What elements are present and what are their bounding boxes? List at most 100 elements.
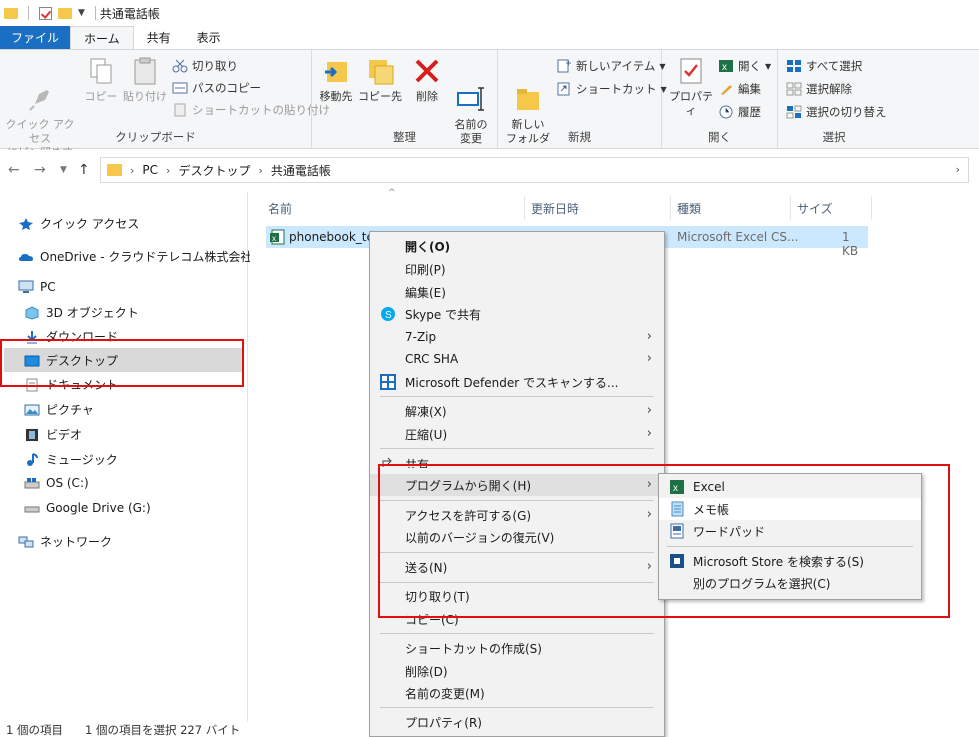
column-divider[interactable] bbox=[524, 196, 525, 220]
paste-icon bbox=[130, 56, 160, 86]
select-none-button[interactable]: 選択解除 bbox=[786, 81, 852, 97]
menu-item-7zip[interactable]: 7-Zip › bbox=[370, 326, 664, 348]
delete-button[interactable]: 削除 bbox=[408, 56, 446, 104]
properties-check-icon[interactable] bbox=[39, 6, 52, 20]
select-none-icon bbox=[786, 82, 802, 96]
paste-shortcut-button[interactable]: ショートカットの貼り付け bbox=[172, 102, 330, 118]
tab-share[interactable]: 共有 bbox=[134, 26, 184, 49]
properties-check-icon bbox=[676, 56, 706, 86]
clipboard-group-label: クリップボード bbox=[115, 130, 196, 144]
edit-button[interactable]: 編集 bbox=[718, 81, 761, 97]
tab-file[interactable]: ファイル bbox=[0, 26, 71, 49]
invert-selection-button[interactable]: 選択の切り替え bbox=[786, 104, 887, 120]
new-item-button[interactable]: 新しいアイテム ▼ bbox=[556, 58, 666, 74]
excel-csv-file-icon: x bbox=[270, 229, 286, 245]
chevron-right-icon: › bbox=[646, 329, 652, 344]
menu-item-open[interactable]: 開く(O) bbox=[370, 235, 664, 257]
menu-item-defender[interactable]: Microsoft Defender でスキャンする... bbox=[370, 371, 664, 393]
nav-item-onedrive[interactable]: OneDrive - クラウドテレコム株式会社 bbox=[18, 248, 252, 265]
open-button[interactable]: x 開く ▼ bbox=[718, 58, 771, 74]
back-arrow-icon[interactable]: ← bbox=[8, 162, 20, 178]
tab-home[interactable]: ホーム bbox=[70, 26, 134, 49]
edit-pencil-icon bbox=[718, 82, 734, 96]
column-header-type[interactable]: 種類 bbox=[677, 200, 701, 217]
nav-item-os-drive[interactable]: OS (C:) bbox=[24, 476, 89, 490]
picture-icon bbox=[24, 403, 40, 417]
breadcrumb-pc[interactable]: PC bbox=[142, 163, 158, 177]
history-button[interactable]: 履歴 bbox=[718, 104, 761, 120]
chevron-right-icon[interactable]: › bbox=[130, 164, 134, 177]
menu-item-extract[interactable]: 解凍(X) › bbox=[370, 400, 664, 422]
menu-item-rename[interactable]: 名前の変更(M) bbox=[370, 682, 664, 704]
nav-item-google-drive[interactable]: Google Drive (G:) bbox=[24, 501, 151, 515]
column-header-name[interactable]: 名前 bbox=[268, 200, 292, 217]
clipboard-group: クイック アクセス にピン留めする コピー 貼り付け 切り取り パスのコピー シ… bbox=[0, 50, 330, 173]
copy-button[interactable]: コピー bbox=[84, 56, 118, 104]
tab-view[interactable]: 表示 bbox=[184, 26, 234, 49]
cube-icon bbox=[24, 305, 40, 320]
cut-button[interactable]: 切り取り bbox=[172, 58, 238, 74]
chevron-down-icon: ▼ bbox=[765, 61, 772, 71]
easy-access-button[interactable]: ショートカット ▼ bbox=[556, 81, 667, 97]
chevron-right-icon: › bbox=[646, 351, 652, 366]
breadcrumb-desktop[interactable]: デスクトップ bbox=[178, 162, 250, 179]
menu-item-create-shortcut[interactable]: ショートカットの作成(S) bbox=[370, 637, 664, 659]
nav-item-pc[interactable]: PC bbox=[18, 280, 56, 294]
column-divider[interactable] bbox=[790, 196, 791, 220]
column-header-size[interactable]: サイズ bbox=[797, 200, 833, 217]
copy-path-button[interactable]: パスのコピー bbox=[172, 80, 261, 96]
nav-item-quick-access[interactable]: クイック アクセス bbox=[18, 215, 139, 232]
chevron-right-icon: › bbox=[646, 403, 652, 418]
new-group-label: 新規 bbox=[568, 130, 591, 144]
column-header-modified[interactable]: 更新日時 bbox=[531, 200, 579, 217]
properties-button[interactable]: プロパティ bbox=[666, 56, 716, 118]
breadcrumb-current[interactable]: 共通電話帳 bbox=[271, 162, 331, 179]
chevron-right-icon[interactable]: › bbox=[166, 164, 170, 177]
new-folder-icon[interactable] bbox=[58, 7, 72, 19]
folder-icon[interactable] bbox=[4, 7, 18, 19]
menu-item-delete[interactable]: 削除(D) bbox=[370, 660, 664, 682]
menu-item-edit[interactable]: 編集(E) bbox=[370, 281, 664, 303]
paste-button[interactable]: 貼り付け bbox=[122, 56, 168, 104]
nav-item-network[interactable]: ネットワーク bbox=[18, 533, 112, 550]
menu-separator bbox=[380, 633, 654, 634]
scissors-icon bbox=[172, 59, 188, 73]
open-group: プロパティ x 開く ▼ 編集 履歴 開く bbox=[662, 50, 778, 148]
recent-chevron-icon[interactable]: ▼ bbox=[60, 165, 67, 175]
move-folder-icon bbox=[321, 56, 351, 86]
menu-item-crc-sha[interactable]: CRC SHA › bbox=[370, 348, 664, 370]
rename-icon bbox=[456, 70, 486, 111]
forward-arrow-icon[interactable]: → bbox=[34, 162, 46, 178]
excel-icon: x bbox=[718, 59, 734, 73]
nav-item-music[interactable]: ミュージック bbox=[24, 451, 118, 468]
highlight-box-desktop bbox=[0, 339, 244, 387]
nav-item-pictures[interactable]: ピクチャ bbox=[24, 401, 94, 418]
menu-item-print[interactable]: 印刷(P) bbox=[370, 258, 664, 280]
chevron-down-icon[interactable]: ▼ bbox=[78, 8, 85, 18]
chevron-right-icon[interactable]: › bbox=[258, 164, 262, 177]
new-folder-icon bbox=[513, 70, 543, 110]
star-icon bbox=[18, 217, 34, 231]
film-icon bbox=[24, 428, 40, 442]
copy-to-button[interactable]: コピー先 bbox=[358, 56, 402, 104]
move-to-button[interactable]: 移動先 bbox=[316, 56, 356, 104]
menu-separator bbox=[380, 448, 654, 449]
menu-item-properties[interactable]: プロパティ(R) bbox=[370, 711, 664, 733]
chevron-right-icon[interactable]: › bbox=[956, 163, 960, 176]
menu-item-skype[interactable]: S Skype で共有 bbox=[370, 303, 664, 325]
up-arrow-icon[interactable]: ↑ bbox=[78, 162, 90, 178]
nav-item-3d-objects[interactable]: 3D オブジェクト bbox=[24, 304, 139, 321]
menu-item-compress[interactable]: 圧縮(U) › bbox=[370, 423, 664, 445]
menu-separator bbox=[380, 707, 654, 708]
nav-item-videos[interactable]: ビデオ bbox=[24, 426, 82, 443]
paste-shortcut-icon bbox=[172, 103, 188, 117]
sort-caret-icon: ^ bbox=[388, 188, 396, 198]
drive-icon bbox=[24, 501, 40, 515]
folder-icon bbox=[107, 164, 122, 176]
column-divider[interactable] bbox=[871, 196, 872, 220]
select-all-button[interactable]: すべて選択 bbox=[786, 58, 862, 74]
divider bbox=[28, 6, 29, 20]
address-bar[interactable]: › PC › デスクトップ › 共通電話帳 › bbox=[100, 157, 969, 183]
shortcut-icon bbox=[556, 82, 572, 96]
column-divider[interactable] bbox=[670, 196, 671, 220]
